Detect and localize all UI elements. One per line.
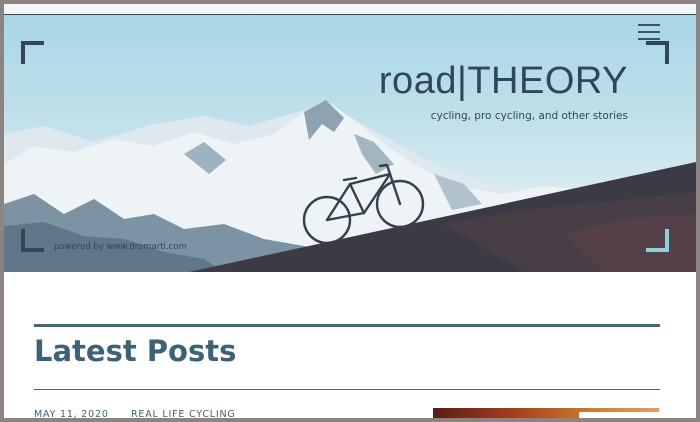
page: road|THEORY cycling, pro cycling, and ot…: [4, 4, 696, 418]
site-tagline: cycling, pro cycling, and other stories: [430, 110, 628, 122]
section-rule-top: [34, 324, 660, 327]
section-rule-bottom: [34, 389, 660, 390]
corner-bracket-top-right: [646, 41, 669, 64]
top-strip: [4, 4, 696, 14]
corner-bracket-top-left: [21, 41, 44, 64]
post-category-link[interactable]: REAL LIFE CYCLING: [131, 409, 236, 418]
corner-bracket-bottom-left: [21, 229, 44, 252]
mountain-scene: [4, 100, 696, 272]
section-title: Latest Posts: [34, 334, 237, 368]
post-date: MAY 11, 2020: [34, 409, 109, 418]
site-header: road|THEORY cycling, pro cycling, and ot…: [4, 14, 696, 272]
powered-by-link[interactable]: powered by www.dromarti.com: [54, 242, 187, 252]
site-title[interactable]: road|THEORY: [379, 60, 628, 103]
corner-bracket-bottom-right: [646, 229, 669, 252]
thumbnail-overlay: [579, 412, 659, 418]
hamburger-icon[interactable]: [638, 24, 660, 42]
